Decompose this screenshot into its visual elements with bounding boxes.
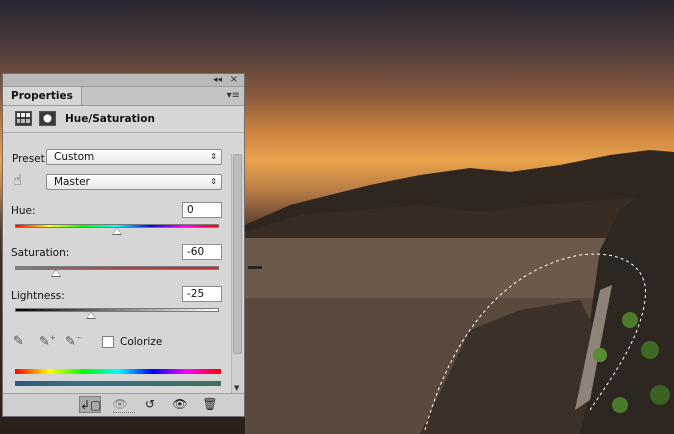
panel-scrollbar[interactable]: ▼ — [231, 154, 243, 394]
lightness-input[interactable]: -25 — [182, 286, 222, 302]
close-panel-icon[interactable]: × — [230, 74, 238, 86]
view-previous-state-icon[interactable]: 👁 — [109, 396, 131, 413]
scroll-down-icon[interactable]: ▼ — [234, 384, 239, 392]
saturation-slider-thumb[interactable] — [51, 269, 61, 277]
hue-label: Hue: — [11, 205, 36, 217]
colorize-checkbox[interactable] — [102, 336, 114, 348]
properties-panel: ◂◂ × Properties ▾≡ Hue/Saturation Preset… — [2, 73, 245, 417]
preset-select[interactable]: Custom ⇕ — [46, 149, 222, 165]
panel-title-bar[interactable]: ◂◂ × — [3, 74, 244, 87]
targeted-adjustment-hand-icon[interactable]: ☝ — [13, 171, 22, 189]
panel-menu-icon[interactable]: ▾≡ — [227, 89, 240, 103]
reset-icon[interactable]: ↺ — [139, 396, 161, 413]
lightness-slider-thumb[interactable] — [86, 311, 96, 319]
saturation-label: Saturation: — [11, 247, 70, 259]
preset-label: Preset: — [12, 153, 49, 165]
delete-icon[interactable]: 🗑 — [199, 396, 221, 413]
colorize-label: Colorize — [120, 336, 163, 348]
scrollbar-thumb[interactable] — [233, 154, 242, 354]
select-arrows-icon: ⇕ — [210, 177, 217, 186]
hue-slider-thumb[interactable] — [112, 227, 122, 235]
clip-to-layer-icon[interactable]: ↲▢ — [79, 396, 101, 413]
eyedropper-icon[interactable]: ✎ — [13, 334, 24, 349]
layer-mask-icon[interactable] — [39, 111, 56, 126]
preset-value: Custom — [54, 151, 95, 163]
lightness-label: Lightness: — [11, 290, 65, 302]
lightness-slider[interactable] — [15, 308, 219, 312]
panel-bottom-toolbar: ↲▢ 👁 ↺ 👁 🗑 — [3, 393, 244, 416]
resize-grip[interactable] — [113, 412, 135, 416]
saturation-slider[interactable] — [15, 266, 219, 270]
collapse-panel-icon[interactable]: ◂◂ — [213, 74, 222, 86]
adjustment-controls: Preset: Custom ⇕ ☝ Master ⇕ Hue: 0 Satur… — [3, 133, 231, 394]
saturation-input[interactable]: -60 — [182, 244, 222, 260]
hue-input[interactable]: 0 — [182, 202, 222, 218]
eyedropper-minus-icon[interactable]: ✎− — [65, 334, 82, 349]
input-color-spectrum — [15, 369, 221, 374]
channel-select[interactable]: Master ⇕ — [46, 174, 222, 190]
adjustment-header: Hue/Saturation — [3, 106, 244, 133]
toggle-visibility-icon[interactable]: 👁 — [169, 396, 191, 413]
output-color-spectrum — [15, 381, 221, 386]
panel-tab-row: Properties ▾≡ — [3, 87, 244, 106]
select-arrows-icon: ⇕ — [210, 152, 217, 161]
adjustment-title: Hue/Saturation — [65, 113, 155, 125]
hue-saturation-icon[interactable] — [15, 111, 32, 126]
eyedropper-plus-icon[interactable]: ✎+ — [39, 334, 56, 349]
tab-properties[interactable]: Properties — [3, 87, 82, 105]
channel-value: Master — [54, 176, 90, 188]
